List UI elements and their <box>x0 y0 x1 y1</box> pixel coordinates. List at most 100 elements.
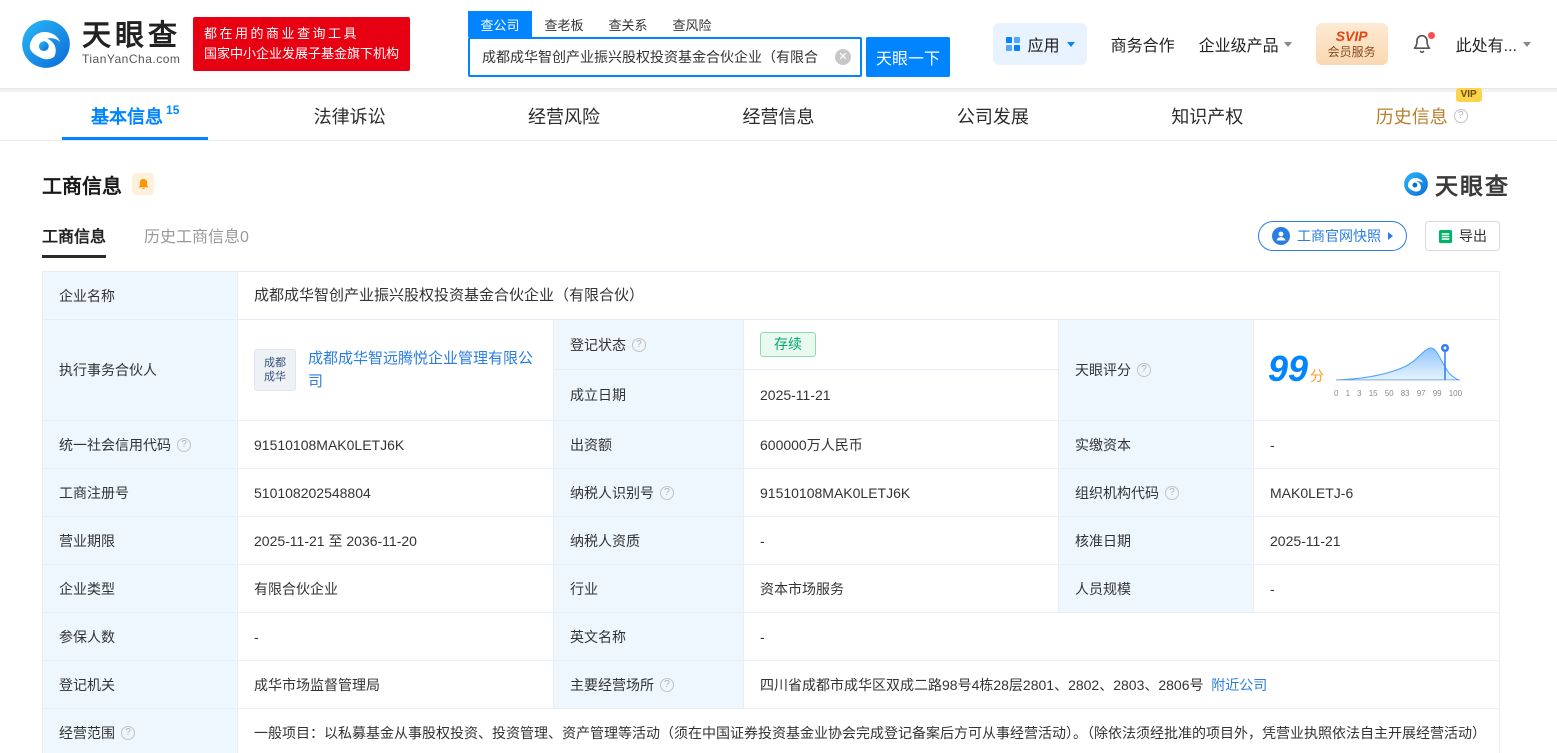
enterprise-products-label: 企业级产品 <box>1198 38 1279 55</box>
svip-label: SVIP <box>1335 27 1368 44</box>
nav-tab[interactable]: 基本信息 15 <box>28 92 242 140</box>
taxpayer-quality-value: - <box>744 517 1059 564</box>
field-label: 营业期限 <box>43 517 238 564</box>
help-icon[interactable] <box>1137 363 1151 377</box>
slogan-line2: 国家中小企业发展子基金旗下机构 <box>204 46 400 61</box>
nav-tab-label: 知识产权 <box>1171 107 1244 127</box>
badge-icon <box>1272 227 1290 245</box>
tianyancha-logo[interactable]: 天眼查 TianYanCha.com <box>20 18 181 70</box>
tab-business-info[interactable]: 工商信息 <box>42 223 107 258</box>
nav-tab[interactable]: 知识产权 <box>1100 92 1314 140</box>
field-label: 企业名称 <box>43 272 238 319</box>
help-icon[interactable] <box>121 726 135 740</box>
nav-tab-label: 经营风险 <box>528 107 601 127</box>
score-curve-chart <box>1336 343 1461 381</box>
field-label: 纳税人资质 <box>554 517 744 564</box>
help-icon[interactable] <box>660 677 674 692</box>
business-cooperation-link[interactable]: 商务合作 <box>1111 32 1175 56</box>
partner-cell: 成都 成华 成都成华智远腾悦企业管理有限公司 <box>238 320 554 420</box>
approval-date-value: 2025-11-21 <box>1270 532 1341 549</box>
search-tab[interactable]: 查公司 <box>468 11 533 37</box>
industry-value: 资本市场服务 <box>744 565 1059 612</box>
search-tab[interactable]: 查关系 <box>596 11 660 37</box>
notifications-bell-button[interactable] <box>1412 32 1435 54</box>
svip-membership-button[interactable]: SVIP 会员服务 <box>1315 22 1388 66</box>
nav-tabs: 基本信息 15 法律诉讼 经营风险 经营信息 公司发展 知识产权 历史信息 VIP <box>0 88 1557 141</box>
field-label: 人员规模 <box>1059 565 1254 612</box>
nav-tab-inner: 法律诉讼 <box>314 103 386 129</box>
nav-tab-label: 基本信息 <box>91 107 164 127</box>
field-label: 纳税人识别号 <box>554 469 744 516</box>
company-name-value: 成都成华智创产业振兴股权投资基金合伙企业（有限合伙） <box>254 286 645 304</box>
table-row: 企业名称 成都成华智创产业振兴股权投资基金合伙企业（有限合伙） <box>43 272 1499 320</box>
score-tick: 97 <box>1416 388 1426 398</box>
apps-label: 应用 <box>1027 38 1060 55</box>
english-name-value: - <box>760 628 765 645</box>
reg-authority-value: 成华市场监督管理局 <box>238 661 554 708</box>
tab-label: 历史工商信息 <box>144 228 241 246</box>
premises-value: 四川省成都市成华区双成二路98号4栋28层2801、2802、2803、2806… <box>744 661 1499 708</box>
nav-tab-label: 历史信息 <box>1375 107 1448 127</box>
nav-tab-inner: 知识产权 <box>1171 103 1243 129</box>
nav-tab[interactable]: 法律诉讼 <box>242 92 456 140</box>
vip-badge: VIP <box>1455 88 1482 102</box>
nav-tab[interactable]: 经营风险 <box>457 92 671 140</box>
tianyancha-logo-icon <box>22 20 70 68</box>
search-area: 查公司查老板查关系查风险 ✕ 天眼一下 <box>468 11 951 77</box>
export-button[interactable]: 导出 <box>1425 221 1500 251</box>
status-badge: 存续 <box>760 332 816 357</box>
field-label: 执行事务合伙人 <box>43 320 238 420</box>
business-scope-value: 一般项目：以私募基金从事股权投资、投资管理、资产管理等活动（须在中国证券投资基金… <box>254 725 1486 741</box>
score-tick: 3 <box>1357 388 1362 398</box>
notification-dot <box>1427 32 1435 39</box>
field-label: 统一社会信用代码 <box>43 421 238 468</box>
field-label: 参保人数 <box>43 613 238 660</box>
clear-search-icon[interactable]: ✕ <box>835 49 852 65</box>
score-tick: 83 <box>1400 388 1410 398</box>
chevron-right-icon <box>1388 232 1393 240</box>
help-icon[interactable] <box>660 485 674 500</box>
help-icon[interactable] <box>632 337 646 352</box>
search-tab[interactable]: 查老板 <box>532 11 596 37</box>
search-tabs: 查公司 查老板 查关系 查风险 <box>468 11 950 37</box>
paid-capital-value: - <box>1270 436 1275 453</box>
help-icon[interactable] <box>177 437 191 452</box>
help-icon[interactable] <box>1453 109 1468 123</box>
field-label: 登记机关 <box>43 661 238 708</box>
help-icon[interactable] <box>1165 485 1179 500</box>
watermark-text: 天眼查 <box>1435 173 1510 199</box>
tab-label: 工商信息 <box>42 228 107 246</box>
tab-history-business-info[interactable]: 历史工商信息0 <box>144 223 249 258</box>
apps-menu-button[interactable]: 应用 <box>992 23 1087 65</box>
score-tick: 0 <box>1334 388 1339 398</box>
brand-name: 天眼查 <box>82 20 182 53</box>
partner-company-link[interactable]: 成都成华智远腾悦企业管理有限公司 <box>308 347 537 393</box>
nearby-companies-link[interactable]: 附近公司 <box>1211 674 1267 696</box>
bell-icon <box>138 178 148 189</box>
nav-tab[interactable]: 公司发展 <box>886 92 1100 140</box>
score-number: 99 分 <box>1268 347 1325 389</box>
nav-tab[interactable]: 历史信息 VIP <box>1315 88 1529 140</box>
nav-tab-label: 法律诉讼 <box>313 107 386 127</box>
top-header: 天眼查 TianYanCha.com 都在用的商业查询工具 国家中小企业发展子基… <box>0 0 1557 88</box>
username-label: 此处有... <box>1455 38 1517 55</box>
staff-size-value: - <box>1270 580 1275 597</box>
search-button[interactable]: 天眼一下 <box>866 37 951 77</box>
nav-tab[interactable]: 经营信息 <box>671 92 885 140</box>
field-label: 英文名称 <box>554 613 744 660</box>
slogan-line1: 都在用的商业查询工具 <box>204 26 360 41</box>
user-account-menu[interactable]: 此处有... <box>1456 32 1531 56</box>
excel-icon <box>1438 229 1453 243</box>
nav-tab-inner: 基本信息 15 <box>91 103 179 129</box>
field-label: 企业类型 <box>43 565 238 612</box>
nav-tab-inner: 经营信息 <box>742 103 814 129</box>
table-row: 统一社会信用代码 91510108MAK0LETJ6K 出资额 600000万人… <box>43 421 1499 469</box>
subscribe-bell-button[interactable] <box>132 173 154 195</box>
page-title: 工商信息 <box>42 175 122 198</box>
nav-tab-inner: 历史信息 VIP <box>1375 88 1482 129</box>
official-snapshot-button[interactable]: 工商官网快照 <box>1258 221 1407 251</box>
search-input[interactable] <box>482 49 836 65</box>
search-tab[interactable]: 查风险 <box>660 11 724 37</box>
enterprise-products-link[interactable]: 企业级产品 <box>1199 32 1292 56</box>
business-term-value: 2025-11-21 至 2036-11-20 <box>238 517 554 564</box>
